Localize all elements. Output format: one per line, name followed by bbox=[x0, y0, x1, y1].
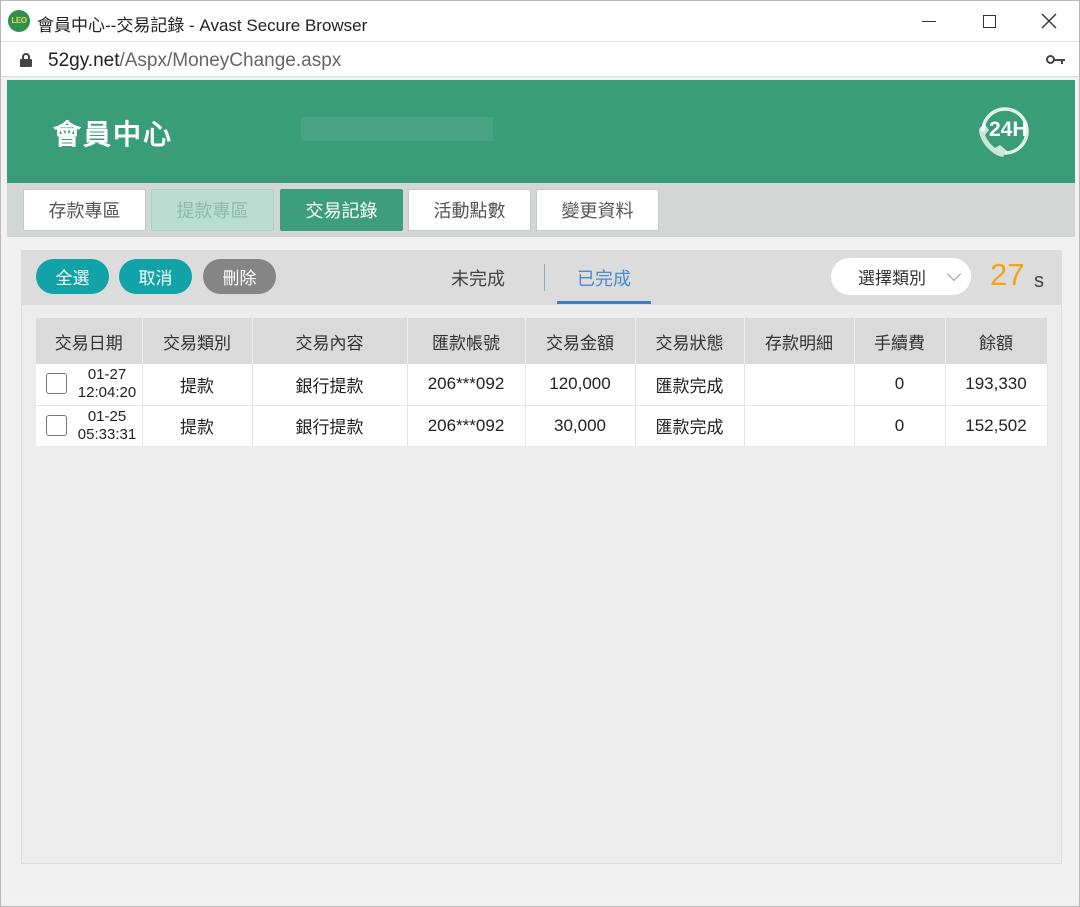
records-toolbar: 全選 取消 刪除 未完成 已完成 選擇類別 27 s bbox=[22, 251, 1061, 305]
column-header[interactable]: 交易日期 bbox=[36, 318, 143, 364]
row-checkbox[interactable] bbox=[46, 373, 67, 394]
chevron-down-icon bbox=[946, 266, 962, 282]
select-all-button[interactable]: 全選 bbox=[36, 259, 109, 294]
column-header[interactable]: 手續費 bbox=[854, 318, 946, 364]
date-text: 01-25 bbox=[87, 407, 127, 425]
tab-edit-profile[interactable]: 變更資料 bbox=[536, 189, 659, 231]
type-cell: 提款 bbox=[142, 405, 253, 447]
deposit-detail-cell bbox=[744, 405, 855, 447]
tab-activity-points[interactable]: 活動點數 bbox=[408, 189, 531, 231]
close-icon bbox=[1041, 13, 1057, 29]
account-cell: 206***092 bbox=[407, 364, 526, 406]
category-select-value: 選擇類別 bbox=[858, 269, 926, 289]
time-text: 12:04:20 bbox=[77, 384, 137, 401]
active-subtab-indicator bbox=[557, 301, 651, 304]
maximize-button[interactable] bbox=[959, 1, 1019, 41]
browser-logo-icon: LEO bbox=[8, 10, 30, 32]
content-cell: 銀行提款 bbox=[252, 405, 408, 447]
category-select[interactable]: 選擇類別 bbox=[831, 258, 971, 295]
minimize-icon bbox=[922, 20, 936, 22]
minimize-button[interactable] bbox=[899, 1, 959, 41]
date-text: 01-27 bbox=[87, 366, 127, 383]
table-header-row: 交易日期 交易類別 交易內容 匯款帳號 交易金額 交易狀態 存款明細 手續費 餘… bbox=[36, 318, 1048, 364]
main-tabs: 存款專區 提款專區 交易記錄 活動點數 變更資料 bbox=[7, 183, 1075, 237]
window-title: 會員中心--交易記錄 - Avast Secure Browser bbox=[37, 16, 368, 35]
badge-24h-text: 24H bbox=[989, 118, 1028, 141]
type-cell: 提款 bbox=[142, 364, 253, 406]
column-header[interactable]: 餘額 bbox=[945, 318, 1048, 364]
page-viewport: 會員中心 24H 存款專區 提款專區 交易記錄 活動點數 變更資料 全選 取消 … bbox=[7, 80, 1075, 896]
datetime-text: 01-25 05:33:31 bbox=[73, 408, 141, 444]
status-cell: 匯款完成 bbox=[635, 405, 745, 447]
content-cell: 銀行提款 bbox=[252, 364, 408, 406]
datetime-text: 01-27 12:04:20 bbox=[73, 366, 141, 402]
column-header[interactable]: 交易金額 bbox=[525, 318, 636, 364]
page-title: 會員中心 bbox=[53, 118, 174, 151]
countdown-unit: s bbox=[1034, 270, 1044, 292]
row-checkbox[interactable] bbox=[46, 414, 67, 436]
lock-icon[interactable] bbox=[20, 53, 32, 67]
page-header: 會員中心 24H bbox=[7, 80, 1075, 183]
key-icon[interactable] bbox=[1046, 53, 1066, 65]
tab-transaction-records[interactable]: 交易記錄 bbox=[280, 189, 403, 231]
address-bar[interactable]: 52gy.net/Aspx/MoneyChange.aspx bbox=[1, 41, 1079, 77]
browser-window: LEO 會員中心--交易記錄 - Avast Secure Browser 52… bbox=[0, 0, 1080, 907]
account-cell: 206***092 bbox=[407, 405, 526, 447]
column-header[interactable]: 交易內容 bbox=[252, 318, 408, 364]
table-row[interactable]: 01-27 12:04:20 提款 銀行提款 206***092 120,000 … bbox=[36, 364, 1048, 406]
fee-cell: 0 bbox=[854, 405, 946, 447]
column-header[interactable]: 交易類別 bbox=[142, 318, 253, 364]
amount-cell: 30,000 bbox=[525, 405, 636, 447]
maximize-icon bbox=[982, 14, 996, 28]
subtab-completed[interactable]: 已完成 bbox=[577, 265, 631, 291]
date-cell: 01-27 12:04:20 bbox=[36, 364, 143, 406]
balance-cell: 193,330 bbox=[945, 364, 1048, 406]
fee-cell: 0 bbox=[854, 364, 946, 406]
records-panel: 全選 取消 刪除 未完成 已完成 選擇類別 27 s 交易日期 交易類別 交易內… bbox=[21, 250, 1062, 864]
table-row[interactable]: 01-25 05:33:31 提款 銀行提款 206***092 30,000 匯… bbox=[36, 405, 1048, 447]
close-button[interactable] bbox=[1019, 1, 1079, 41]
support-24h-icon[interactable]: 24H bbox=[973, 99, 1037, 163]
balance-cell: 152,502 bbox=[945, 405, 1048, 447]
time-text: 05:33:31 bbox=[77, 425, 137, 443]
transaction-table: 交易日期 交易類別 交易內容 匯款帳號 交易金額 交易狀態 存款明細 手續費 餘… bbox=[36, 318, 1048, 447]
status-cell: 匯款完成 bbox=[635, 364, 745, 406]
subtab-divider bbox=[544, 264, 545, 291]
tab-withdraw[interactable]: 提款專區 bbox=[151, 189, 274, 231]
header-search-field[interactable] bbox=[301, 117, 493, 141]
date-cell: 01-25 05:33:31 bbox=[36, 405, 143, 447]
cancel-button[interactable]: 取消 bbox=[119, 259, 192, 294]
amount-cell: 120,000 bbox=[525, 364, 636, 406]
title-bar: LEO 會員中心--交易記錄 - Avast Secure Browser bbox=[1, 1, 1079, 41]
tab-deposit[interactable]: 存款專區 bbox=[23, 189, 146, 231]
delete-button[interactable]: 刪除 bbox=[203, 259, 276, 294]
refresh-countdown: 27 bbox=[990, 257, 1025, 292]
url-path: /Aspx/MoneyChange.aspx bbox=[119, 50, 342, 71]
url-text[interactable]: 52gy.net/Aspx/MoneyChange.aspx bbox=[48, 50, 341, 72]
column-header[interactable]: 匯款帳號 bbox=[407, 318, 526, 364]
deposit-detail-cell bbox=[744, 364, 855, 406]
column-header[interactable]: 交易狀態 bbox=[635, 318, 745, 364]
column-header[interactable]: 存款明細 bbox=[744, 318, 855, 364]
url-domain: 52gy.net bbox=[48, 50, 120, 71]
subtab-pending[interactable]: 未完成 bbox=[451, 265, 505, 291]
